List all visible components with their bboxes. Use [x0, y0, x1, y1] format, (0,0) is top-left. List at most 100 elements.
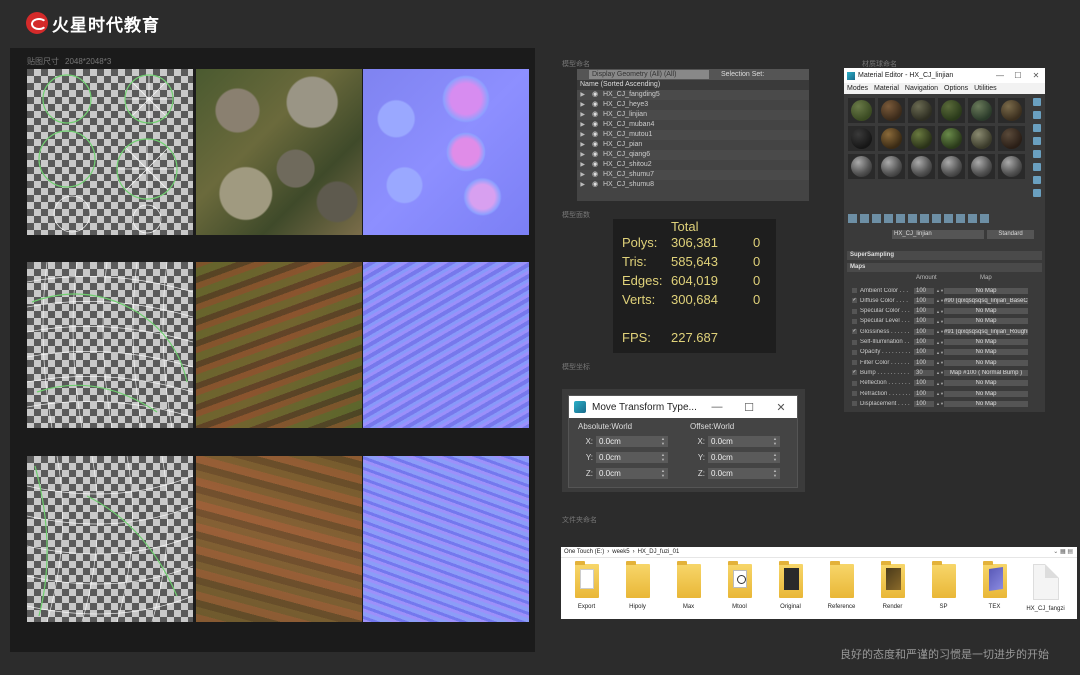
expand-arrow-icon[interactable]: ▶	[577, 90, 587, 100]
visibility-eye-icon[interactable]: ◉	[587, 130, 603, 140]
material-slot[interactable]	[968, 98, 995, 123]
menu-item-material[interactable]: Material	[874, 85, 899, 92]
folder-item[interactable]: Mtool	[714, 561, 765, 612]
map-enable-checkbox[interactable]	[852, 288, 857, 293]
map-enable-checkbox[interactable]	[852, 401, 857, 407]
offset-z-spinner[interactable]: 0.0cm	[708, 467, 780, 479]
map-amount-spinner[interactable]: 100	[914, 349, 934, 356]
material-slot[interactable]	[878, 126, 905, 151]
absolute-y-spinner[interactable]: 0.0cm	[596, 451, 668, 463]
map-slot-button[interactable]: #90 (qixqsqsqsq_linjian_BaseColor	[944, 297, 1028, 304]
map-slot-button[interactable]: No Map	[944, 318, 1028, 325]
assign-to-selection-icon[interactable]	[872, 214, 881, 223]
put-to-library-icon[interactable]	[920, 214, 929, 223]
spinner-arrows-icon[interactable]: ▲▼	[936, 401, 944, 406]
map-amount-spinner[interactable]: 100	[914, 339, 934, 345]
view-controls[interactable]: ⌄ ▦ ▤	[1053, 548, 1073, 555]
material-slot[interactable]	[908, 154, 935, 179]
spinner-arrows-icon[interactable]: ▲▼	[936, 391, 944, 396]
backlight-icon[interactable]	[1033, 111, 1041, 119]
visibility-eye-icon[interactable]: ◉	[587, 170, 603, 180]
expand-arrow-icon[interactable]: ▶	[577, 150, 587, 160]
maps-rollup[interactable]: Maps	[847, 263, 1042, 272]
spinner-arrows-icon[interactable]: ▲▼	[936, 288, 944, 293]
menu-item-navigation[interactable]: Navigation	[905, 85, 938, 92]
map-amount-spinner[interactable]: 100	[914, 297, 934, 304]
spinner-arrows-icon[interactable]: ▲▼	[936, 329, 944, 334]
reset-map-icon[interactable]	[884, 214, 893, 223]
dialog-titlebar[interactable]: Move Transform Type... — ☐ ✕	[569, 396, 797, 418]
map-enable-checkbox[interactable]	[852, 308, 857, 314]
spinner-arrows-icon[interactable]: ▲▼	[936, 298, 944, 303]
show-end-result-icon[interactable]	[956, 214, 965, 223]
minimize-button[interactable]: —	[991, 71, 1009, 80]
expand-arrow-icon[interactable]: ▶	[577, 120, 587, 130]
scene-object-row[interactable]: ▶ ◉ HX_CJ_fangding5	[577, 90, 809, 100]
material-slot[interactable]	[848, 126, 875, 151]
supersampling-rollup[interactable]: SuperSampling	[847, 251, 1042, 260]
expand-arrow-icon[interactable]: ▶	[577, 170, 587, 180]
absolute-z-spinner[interactable]: 0.0cm	[596, 467, 668, 479]
map-enable-checkbox[interactable]	[852, 360, 857, 366]
scene-object-row[interactable]: ▶ ◉ HX_CJ_shumu8	[577, 180, 809, 190]
spinner-arrows-icon[interactable]: ▲▼	[936, 319, 944, 324]
minimize-button[interactable]: —	[701, 401, 733, 413]
put-to-scene-icon[interactable]	[860, 214, 869, 223]
go-to-parent-icon[interactable]	[968, 214, 977, 223]
make-preview-icon[interactable]	[1033, 163, 1041, 171]
copy-material-icon[interactable]	[896, 214, 905, 223]
expand-arrow-icon[interactable]: ▶	[577, 140, 587, 150]
maximize-button[interactable]: ☐	[1009, 71, 1027, 80]
material-slot[interactable]	[908, 98, 935, 123]
map-slot-button[interactable]: No Map	[944, 339, 1028, 345]
go-forward-icon[interactable]	[980, 214, 989, 223]
visibility-eye-icon[interactable]: ◉	[587, 140, 603, 150]
spinner-arrows-icon[interactable]: ▲▼	[936, 340, 944, 345]
visibility-eye-icon[interactable]: ◉	[587, 120, 603, 130]
spinner-arrows-icon[interactable]: ▲▼	[936, 350, 944, 355]
map-slot-button[interactable]: Map #100 ( Normal Bump )	[944, 369, 1028, 376]
scene-object-row[interactable]: ▶ ◉ HX_CJ_qiang6	[577, 150, 809, 160]
folder-item[interactable]: Original	[765, 561, 816, 612]
offset-x-spinner[interactable]: 0.0cm	[708, 435, 780, 447]
absolute-x-spinner[interactable]: 0.0cm	[596, 435, 668, 447]
uv-tiling-icon[interactable]	[1033, 137, 1041, 145]
visibility-eye-icon[interactable]: ◉	[587, 150, 603, 160]
scene-object-row[interactable]: ▶ ◉ HX_CJ_mutou1	[577, 130, 809, 140]
material-slot[interactable]	[848, 154, 875, 179]
folder-item[interactable]: TEX	[969, 561, 1020, 612]
map-amount-spinner[interactable]: 100	[914, 400, 934, 407]
material-slot[interactable]	[998, 154, 1025, 179]
material-slot[interactable]	[878, 154, 905, 179]
menu-item-utilities[interactable]: Utilities	[974, 85, 997, 92]
visibility-eye-icon[interactable]: ◉	[587, 180, 603, 190]
offset-y-spinner[interactable]: 0.0cm	[708, 451, 780, 463]
spinner-arrows-icon[interactable]: ▲▼	[936, 360, 944, 365]
menu-item-options[interactable]: Options	[944, 85, 968, 92]
map-enable-checkbox[interactable]: ✓	[852, 298, 857, 304]
map-slot-button[interactable]: No Map	[944, 390, 1028, 397]
map-slot-button[interactable]: No Map	[944, 380, 1028, 387]
show-map-icon[interactable]	[944, 214, 953, 223]
map-amount-spinner[interactable]: 100	[914, 380, 934, 387]
visibility-eye-icon[interactable]: ◉	[587, 160, 603, 170]
map-enable-checkbox[interactable]	[852, 318, 857, 324]
map-enable-checkbox[interactable]	[852, 380, 857, 386]
material-slot[interactable]	[998, 98, 1025, 123]
folder-item[interactable]: HX_CJ_fangzi	[1020, 564, 1071, 612]
material-editor-titlebar[interactable]: Material Editor - HX_CJ_linjian — ☐ ✕	[844, 68, 1045, 83]
visibility-eye-icon[interactable]: ◉	[587, 110, 603, 120]
folder-item[interactable]: Max	[663, 561, 714, 612]
close-button[interactable]: ✕	[765, 401, 797, 414]
material-slot[interactable]	[968, 126, 995, 151]
visibility-eye-icon[interactable]: ◉	[587, 100, 603, 110]
map-amount-spinner[interactable]: 100	[914, 390, 934, 397]
spinner-arrows-icon[interactable]: ▲▼	[936, 381, 944, 386]
expand-arrow-icon[interactable]: ▶	[577, 100, 587, 110]
map-amount-spinner[interactable]: 100	[914, 359, 934, 366]
map-enable-checkbox[interactable]	[852, 339, 857, 345]
options-icon[interactable]	[1033, 176, 1041, 184]
scene-object-row[interactable]: ▶ ◉ HX_CJ_pian	[577, 140, 809, 150]
sample-type-icon[interactable]	[1033, 98, 1041, 106]
scene-object-row[interactable]: ▶ ◉ HX_CJ_linjian	[577, 110, 809, 120]
